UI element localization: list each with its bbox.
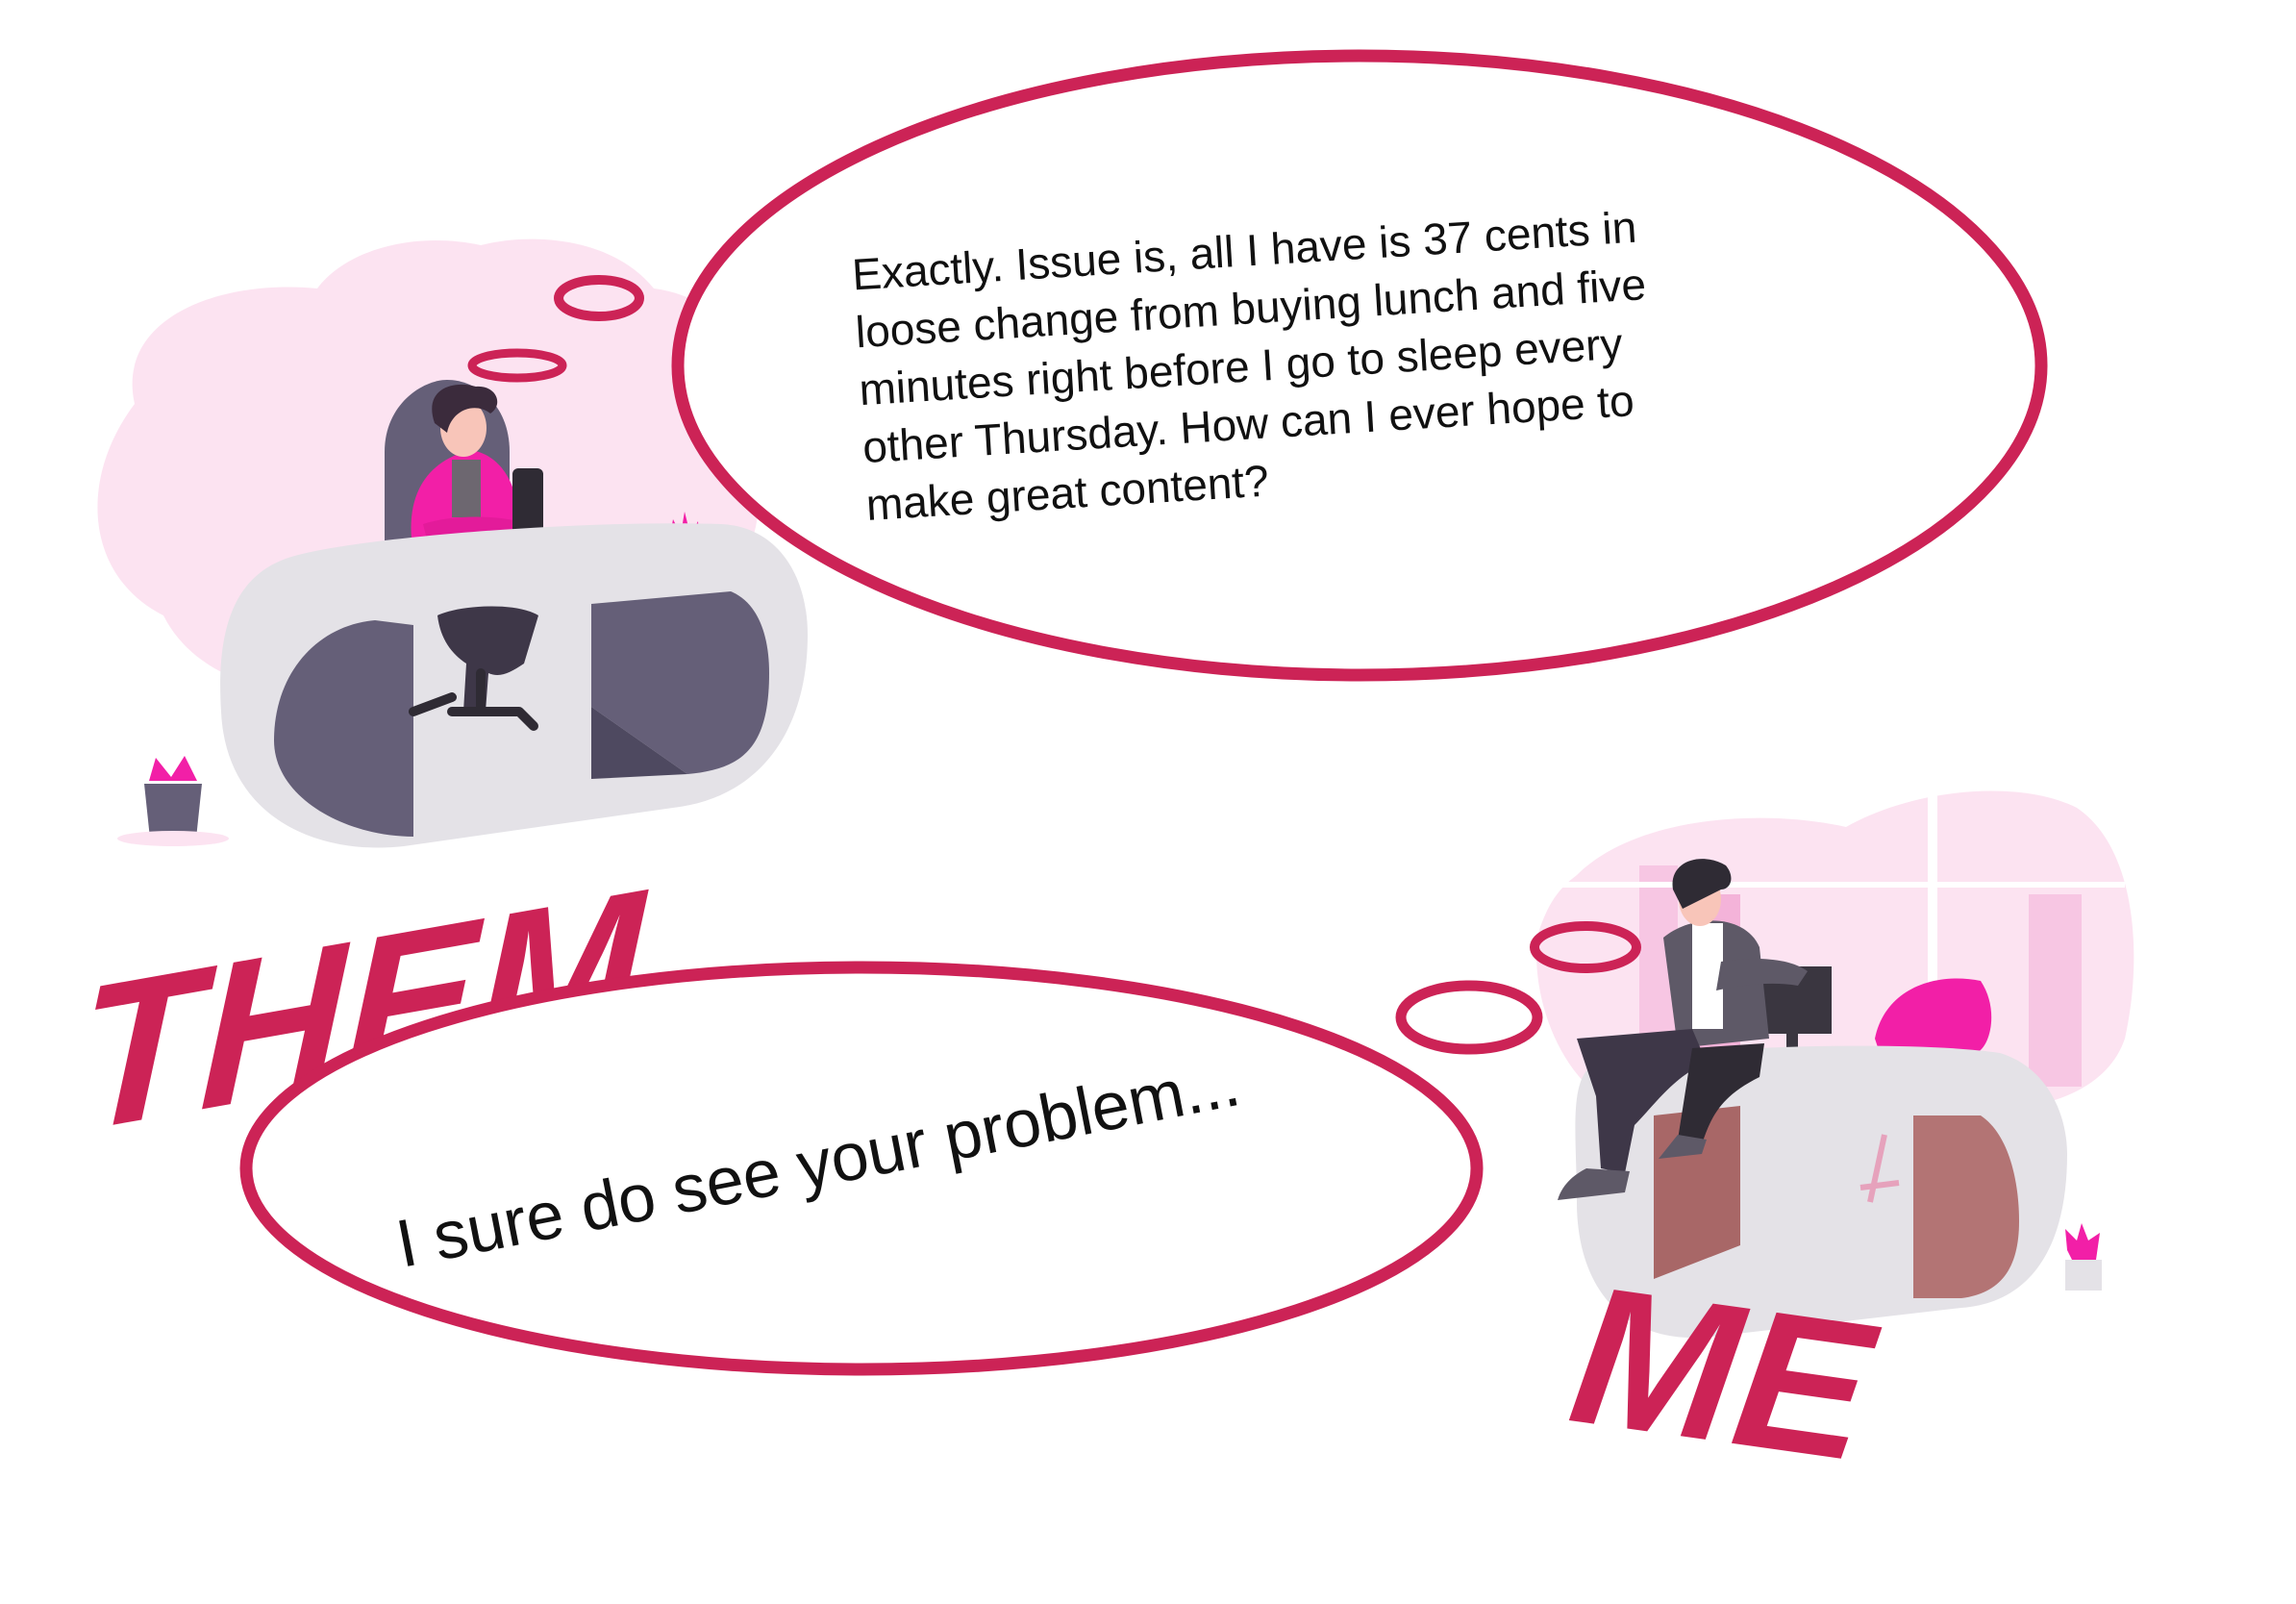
me-person-shirt — [1692, 923, 1723, 1029]
me-window-building-3 — [2029, 894, 2082, 1087]
me-cactus-pot — [2065, 1260, 2102, 1291]
me-thought-dot-small — [1395, 980, 1543, 1055]
comic-scene: Exactly. Issue is, all I have is 37 cent… — [76, 49, 2134, 1504]
me-label: ME — [1560, 1243, 1888, 1503]
them-trash-can — [144, 784, 202, 839]
them-trash-paper — [149, 756, 197, 781]
me-desk-right-leg — [1913, 1115, 2019, 1298]
me-cactus — [2065, 1223, 2100, 1260]
them-person-shirt — [452, 460, 481, 517]
them-trash-shadow — [117, 831, 229, 846]
